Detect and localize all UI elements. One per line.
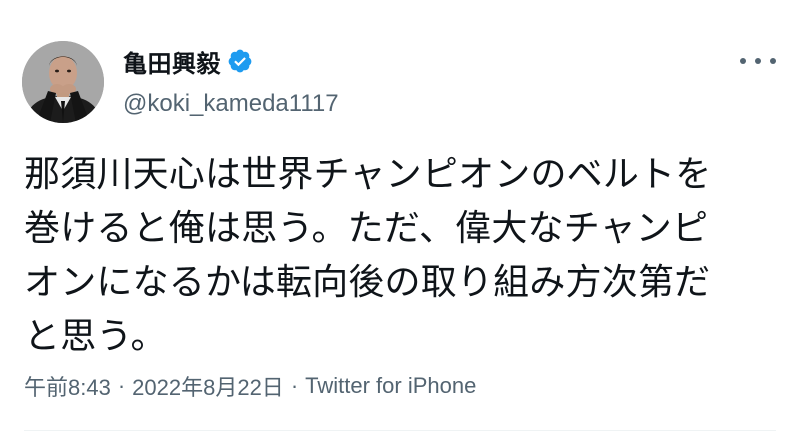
- meta-separator: ·: [290, 373, 299, 398]
- tweet-card: 亀田興毅 @koki_kameda1117 那須川天心は世界チャンピオンのベルト…: [0, 0, 800, 438]
- tweet-text: 那須川天心は世界チャンピオンのベルトを 巻けると俺は思う。ただ、偉大なチャンピ …: [24, 154, 712, 357]
- name-row: 亀田興毅: [123, 44, 339, 79]
- tweet-date[interactable]: 2022年8月22日: [132, 370, 284, 402]
- verified-badge-icon: [227, 48, 253, 74]
- divider: [24, 430, 776, 431]
- author-info: 亀田興毅 @koki_kameda1117: [123, 46, 339, 118]
- more-horizontal-icon[interactable]: [740, 49, 776, 73]
- avatar-photo: [22, 41, 104, 123]
- more-dot: [740, 58, 746, 64]
- user-handle[interactable]: @koki_kameda1117: [123, 90, 339, 118]
- avatar[interactable]: [22, 41, 104, 123]
- meta-separator: ·: [117, 373, 126, 398]
- tweet-time[interactable]: 午前8:43: [24, 370, 111, 402]
- tweet-meta: 午前8:43 · 2022年8月22日 · Twitter for iPhone: [24, 370, 476, 402]
- more-dot: [770, 58, 776, 64]
- more-dot: [755, 58, 761, 64]
- tweet-source[interactable]: Twitter for iPhone: [305, 373, 476, 399]
- display-name[interactable]: 亀田興毅: [123, 44, 221, 79]
